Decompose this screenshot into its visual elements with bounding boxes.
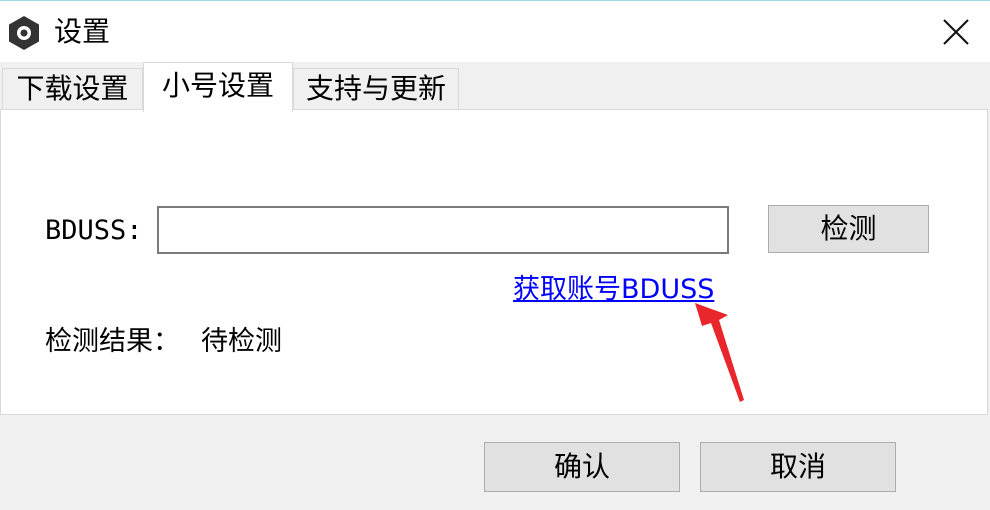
settings-window: 设置 下载设置 小号设置 支持与更新 BDUSS: 检测 获取账号BDUSS 检… [0,0,990,510]
confirm-button[interactable]: 确认 [484,442,680,492]
title-bar: 设置 [0,0,990,62]
bduss-input[interactable] [157,206,729,254]
tab-account-settings[interactable]: 小号设置 [143,62,293,112]
check-button[interactable]: 检测 [768,205,929,253]
result-value: 待检测 [201,326,282,357]
dialog-footer: 确认 取消 [0,415,990,510]
account-settings-panel: BDUSS: 检测 获取账号BDUSS 检测结果： 待检测 [0,109,988,415]
close-button[interactable] [930,9,982,55]
bduss-label: BDUSS: [45,215,143,246]
tab-download-settings[interactable]: 下载设置 [2,68,143,110]
tab-strip: 下载设置 小号设置 支持与更新 [0,62,990,112]
result-label: 检测结果： [45,326,180,357]
window-title: 设置 [54,15,111,48]
get-bduss-link[interactable]: 获取账号BDUSS [513,267,714,306]
gear-icon [9,16,39,50]
close-icon [943,19,969,45]
tab-support-update[interactable]: 支持与更新 [293,68,459,110]
cancel-button[interactable]: 取消 [700,442,896,492]
